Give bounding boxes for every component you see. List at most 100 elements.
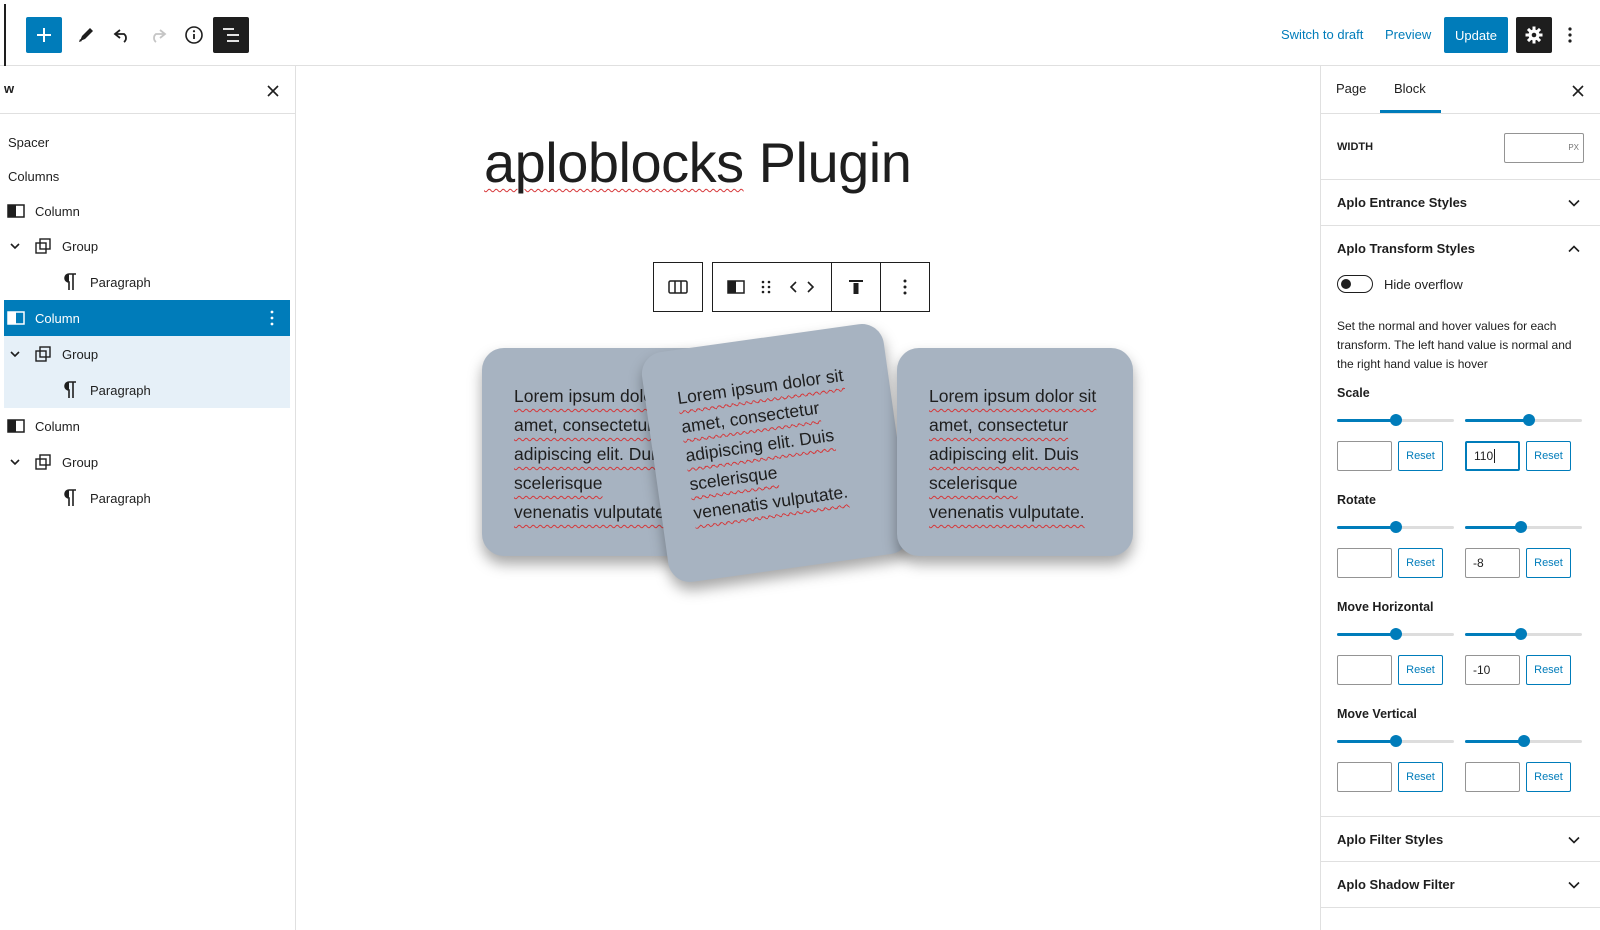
card-line: venenatis vulputate. — [514, 502, 670, 522]
normal-reset-button[interactable]: Reset — [1398, 762, 1443, 792]
hover-value-input[interactable]: -10 — [1465, 655, 1520, 685]
vertical-align-top-button[interactable] — [832, 263, 880, 311]
panel-entrance-styles[interactable]: Aplo Entrance Styles — [1321, 180, 1600, 226]
hide-overflow-toggle[interactable] — [1337, 275, 1373, 293]
list-item-group[interactable]: Group — [4, 444, 290, 480]
column-icon — [6, 416, 26, 436]
paragraph-icon — [60, 488, 80, 508]
block-type-button[interactable] — [713, 263, 759, 311]
tab-page[interactable]: Page — [1336, 81, 1366, 96]
card-line: Lorem ipsum dolo — [514, 386, 654, 406]
card-line: adipiscing elit. Duis — [929, 444, 1079, 464]
list-item-column[interactable]: Column — [4, 408, 290, 444]
panel-title: Aplo Entrance Styles — [1337, 195, 1468, 210]
control-label: Move Vertical — [1337, 707, 1417, 721]
hover-reset-button[interactable]: Reset — [1526, 548, 1571, 578]
list-view-title: w — [4, 81, 15, 96]
list-item-paragraph[interactable]: Paragraph — [4, 480, 290, 516]
width-input[interactable]: PX — [1504, 133, 1584, 163]
options-button[interactable] — [1552, 17, 1588, 53]
normal-value-input[interactable] — [1337, 441, 1392, 471]
hover-slider[interactable] — [1465, 412, 1582, 428]
list-item-paragraph[interactable]: Paragraph — [4, 264, 290, 300]
slider-fill — [1337, 740, 1396, 743]
hover-reset-button[interactable]: Reset — [1526, 441, 1571, 471]
normal-value-input[interactable] — [1337, 548, 1392, 578]
hover-slider[interactable] — [1465, 519, 1582, 535]
normal-value-input[interactable] — [1337, 655, 1392, 685]
slider-fill — [1337, 633, 1396, 636]
list-item-columns[interactable]: Columns — [4, 158, 290, 194]
column-card-selected[interactable]: Lorem ipsum dolor sit amet, consectetur … — [639, 321, 913, 585]
close-sidebar-button[interactable] — [1566, 79, 1590, 103]
tab-block[interactable]: Block — [1394, 81, 1426, 96]
input-value: -10 — [1473, 663, 1491, 677]
normal-slider[interactable] — [1337, 412, 1454, 428]
column-card[interactable]: Lorem ipsum dolor sit amet, consectetur … — [897, 348, 1133, 556]
hover-reset-button[interactable]: Reset — [1526, 655, 1571, 685]
list-item-column[interactable]: Column — [4, 193, 290, 229]
slider-thumb[interactable] — [1515, 521, 1528, 533]
hover-value-input[interactable] — [1465, 762, 1520, 792]
normal-slider[interactable] — [1337, 733, 1454, 749]
slider-thumb[interactable] — [1517, 735, 1530, 747]
list-item-group[interactable]: Group — [4, 336, 290, 372]
panel-transform-styles[interactable]: Aplo Transform Styles — [1321, 226, 1600, 272]
list-item-column-selected[interactable]: Column — [4, 300, 290, 336]
slider-thumb[interactable] — [1523, 414, 1536, 426]
preview-button[interactable]: Preview — [1385, 27, 1431, 42]
hover-value-input[interactable]: 110 — [1465, 441, 1520, 471]
column-icon — [6, 201, 26, 221]
slider-thumb[interactable] — [1389, 735, 1402, 747]
redo-button[interactable] — [140, 17, 176, 53]
card-paragraph[interactable]: Lorem ipsum dolor sit amet, consectetur … — [929, 382, 1113, 527]
move-left-right-buttons[interactable] — [773, 263, 831, 311]
hover-slider[interactable] — [1465, 626, 1582, 642]
list-item-group[interactable]: Group — [4, 228, 290, 264]
close-list-view-button[interactable] — [261, 79, 285, 103]
chevron-down-icon — [1564, 830, 1584, 850]
slider-thumb[interactable] — [1389, 414, 1402, 426]
normal-slider[interactable] — [1337, 519, 1454, 535]
panel-filter-styles[interactable]: Aplo Filter Styles — [1321, 816, 1600, 862]
chevron-down-icon[interactable] — [8, 347, 22, 361]
details-button[interactable] — [176, 17, 212, 53]
hover-reset-button[interactable]: Reset — [1526, 762, 1571, 792]
switch-to-draft-button[interactable]: Switch to draft — [1281, 27, 1363, 42]
chevron-down-icon[interactable] — [8, 455, 22, 469]
update-button[interactable]: Update — [1444, 17, 1508, 53]
panel-shadow-filter[interactable]: Aplo Shadow Filter — [1321, 862, 1600, 908]
list-view-header: w — [0, 66, 295, 114]
column-icon — [6, 308, 26, 328]
normal-value-input[interactable] — [1337, 762, 1392, 792]
tools-button[interactable] — [68, 17, 104, 53]
normal-reset-button[interactable]: Reset — [1398, 548, 1443, 578]
list-item-label: Group — [62, 238, 99, 254]
page-title[interactable]: aploblocks Plugin — [484, 130, 912, 195]
block-options-icon[interactable] — [262, 308, 282, 328]
columns-icon — [668, 280, 688, 294]
add-block-button[interactable] — [26, 17, 62, 53]
list-item-paragraph[interactable]: Paragraph — [4, 372, 290, 408]
normal-reset-button[interactable]: Reset — [1398, 655, 1443, 685]
drag-handle[interactable] — [759, 263, 773, 311]
select-parent-columns-button[interactable] — [654, 263, 702, 311]
slider-thumb[interactable] — [1389, 521, 1402, 533]
chevron-down-icon[interactable] — [8, 239, 22, 253]
list-item-label: Column — [35, 203, 80, 219]
settings-sidebar: Page Block WIDTH PX Aplo Entrance Styles… — [1320, 66, 1600, 930]
slider-fill — [1337, 419, 1396, 422]
undo-button[interactable] — [104, 17, 140, 53]
slider-thumb[interactable] — [1389, 628, 1402, 640]
list-view-button[interactable] — [213, 17, 249, 53]
normal-reset-button[interactable]: Reset — [1398, 441, 1443, 471]
normal-slider[interactable] — [1337, 626, 1454, 642]
slider-thumb[interactable] — [1515, 628, 1528, 640]
list-item-spacer[interactable]: Spacer — [4, 124, 290, 160]
hover-value-input[interactable]: -8 — [1465, 548, 1520, 578]
chevron-up-icon — [1564, 239, 1584, 259]
card-paragraph[interactable]: Lorem ipsum dolor sit amet, consectetur … — [675, 358, 885, 528]
settings-button[interactable] — [1516, 17, 1552, 53]
block-options-button[interactable] — [881, 263, 929, 311]
hover-slider[interactable] — [1465, 733, 1582, 749]
